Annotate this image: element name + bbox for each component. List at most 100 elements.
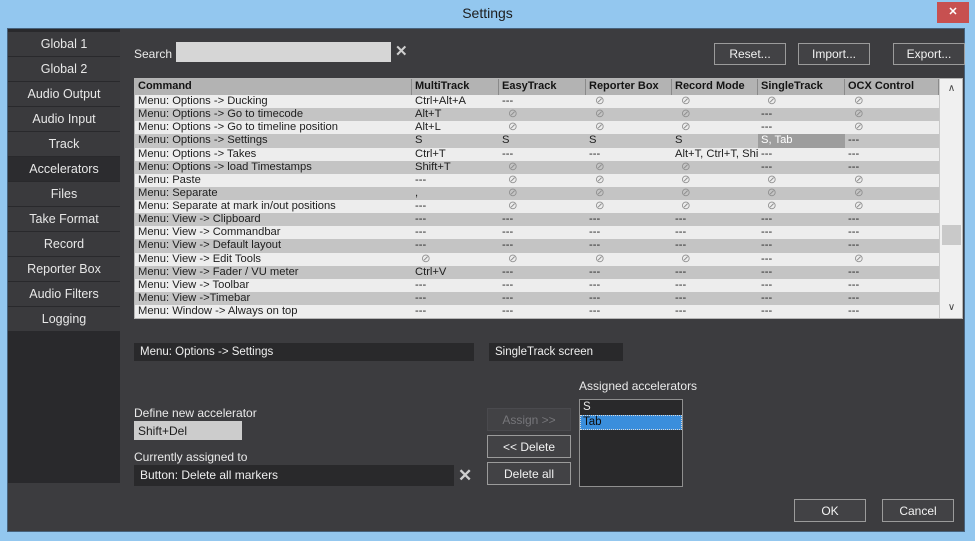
- accelerator-cell[interactable]: ---: [845, 226, 939, 239]
- blocked-cell[interactable]: ⊘: [845, 253, 939, 266]
- command-cell[interactable]: Menu: View -> Commandbar: [135, 226, 412, 239]
- accelerator-cell[interactable]: ---: [758, 213, 845, 226]
- accelerator-cell[interactable]: ---: [499, 95, 586, 108]
- scroll-up-icon[interactable]: ∧: [940, 79, 963, 99]
- accelerator-cell[interactable]: ---: [758, 148, 845, 161]
- table-row[interactable]: Menu: View -> Clipboard-----------------…: [135, 213, 962, 226]
- table-row[interactable]: Menu: View -> Commandbar----------------…: [135, 226, 962, 239]
- accelerator-cell[interactable]: ---: [758, 292, 845, 305]
- accelerator-cell[interactable]: ---: [845, 292, 939, 305]
- blocked-cell[interactable]: ⊘: [758, 200, 845, 213]
- accelerator-cell[interactable]: ---: [758, 266, 845, 279]
- column-header[interactable]: Reporter Box: [586, 79, 672, 95]
- accelerator-cell[interactable]: ---: [758, 305, 845, 318]
- new-accelerator-input[interactable]: [134, 421, 242, 440]
- blocked-cell[interactable]: ⊘: [499, 174, 586, 187]
- export-button[interactable]: Export...: [893, 43, 965, 65]
- accelerator-cell[interactable]: ---: [412, 305, 499, 318]
- column-header[interactable]: Command: [135, 79, 412, 95]
- blocked-cell[interactable]: ⊘: [586, 253, 672, 266]
- accelerator-cell[interactable]: ---: [412, 213, 499, 226]
- command-cell[interactable]: Menu: View -> Clipboard: [135, 213, 412, 226]
- table-row[interactable]: Menu: Options -> TakesCtrl+T------Alt+T,…: [135, 148, 962, 161]
- accelerator-cell[interactable]: ---: [499, 279, 586, 292]
- blocked-cell[interactable]: ⊘: [586, 161, 672, 174]
- vertical-scrollbar[interactable]: ∧ ∨: [939, 79, 962, 318]
- blocked-cell[interactable]: ⊘: [499, 253, 586, 266]
- accelerator-cell[interactable]: ---: [412, 174, 499, 187]
- blocked-cell[interactable]: ⊘: [672, 108, 758, 121]
- blocked-cell[interactable]: ⊘: [586, 200, 672, 213]
- accelerator-cell[interactable]: S, Tab: [758, 134, 845, 147]
- accelerator-cell[interactable]: ---: [672, 226, 758, 239]
- accelerator-cell[interactable]: ---: [499, 226, 586, 239]
- blocked-cell[interactable]: ⊘: [845, 108, 939, 121]
- table-row[interactable]: Menu: Window -> Always on top-----------…: [135, 305, 962, 318]
- blocked-cell[interactable]: ⊘: [845, 187, 939, 200]
- blocked-cell[interactable]: ⊘: [845, 121, 939, 134]
- accelerator-cell[interactable]: ---: [586, 279, 672, 292]
- table-row[interactable]: Menu: View ->Timebar------------------: [135, 292, 962, 305]
- sidebar-item-audio-output[interactable]: Audio Output: [8, 82, 120, 106]
- blocked-cell[interactable]: ⊘: [586, 174, 672, 187]
- accelerator-cell[interactable]: ---: [758, 239, 845, 252]
- table-row[interactable]: Menu: Separate,⊘⊘⊘⊘⊘: [135, 187, 962, 200]
- command-cell[interactable]: Menu: Separate at mark in/out positions: [135, 200, 412, 213]
- accelerator-cell[interactable]: ---: [758, 226, 845, 239]
- accelerator-cell[interactable]: ---: [412, 239, 499, 252]
- sidebar-item-logging[interactable]: Logging: [8, 307, 120, 331]
- assign-button[interactable]: Assign >>: [487, 408, 571, 431]
- accelerator-cell[interactable]: Alt+L: [412, 121, 499, 134]
- ok-button[interactable]: OK: [794, 499, 866, 522]
- table-row[interactable]: Menu: Separate at mark in/out positions-…: [135, 200, 962, 213]
- close-button[interactable]: ✕: [937, 2, 969, 23]
- blocked-cell[interactable]: ⊘: [758, 174, 845, 187]
- command-cell[interactable]: Menu: Paste: [135, 174, 412, 187]
- column-header[interactable]: OCX Control: [845, 79, 939, 95]
- accelerator-cell[interactable]: ---: [845, 305, 939, 318]
- accelerator-cell[interactable]: ---: [845, 239, 939, 252]
- blocked-cell[interactable]: ⊘: [758, 187, 845, 200]
- sidebar-item-record[interactable]: Record: [8, 232, 120, 256]
- command-cell[interactable]: Menu: Options -> load Timestamps: [135, 161, 412, 174]
- accelerator-cell[interactable]: ---: [672, 279, 758, 292]
- blocked-cell[interactable]: ⊘: [499, 200, 586, 213]
- table-row[interactable]: Menu: Paste---⊘⊘⊘⊘⊘: [135, 174, 962, 187]
- sidebar-item-global-1[interactable]: Global 1: [8, 32, 120, 56]
- accelerator-cell[interactable]: ---: [672, 266, 758, 279]
- accelerator-cell[interactable]: ---: [672, 213, 758, 226]
- command-cell[interactable]: Menu: View -> Toolbar: [135, 279, 412, 292]
- sidebar-item-audio-filters[interactable]: Audio Filters: [8, 282, 120, 306]
- scroll-down-icon[interactable]: ∨: [940, 298, 963, 318]
- accelerator-list-item[interactable]: Tab: [580, 415, 682, 430]
- column-header[interactable]: MultiTrack: [412, 79, 499, 95]
- accelerator-cell[interactable]: S: [672, 134, 758, 147]
- delete-button[interactable]: << Delete: [487, 435, 571, 458]
- table-row[interactable]: Menu: Options -> Go to timecodeAlt+T⊘⊘⊘-…: [135, 108, 962, 121]
- command-cell[interactable]: Menu: Options -> Ducking: [135, 95, 412, 108]
- blocked-cell[interactable]: ⊘: [412, 253, 499, 266]
- accelerator-cell[interactable]: ---: [586, 213, 672, 226]
- accelerator-cell[interactable]: ---: [412, 279, 499, 292]
- accelerator-cell[interactable]: ,: [412, 187, 499, 200]
- sidebar-item-track[interactable]: Track: [8, 132, 120, 156]
- blocked-cell[interactable]: ⊘: [845, 95, 939, 108]
- blocked-cell[interactable]: ⊘: [499, 108, 586, 121]
- accelerator-cell[interactable]: ---: [845, 134, 939, 147]
- accelerator-cell[interactable]: ---: [845, 266, 939, 279]
- blocked-cell[interactable]: ⊘: [499, 187, 586, 200]
- table-row[interactable]: Menu: Options -> SettingsSSSSS, Tab---: [135, 134, 962, 147]
- accelerator-cell[interactable]: ---: [586, 226, 672, 239]
- command-cell[interactable]: Menu: Separate: [135, 187, 412, 200]
- command-cell[interactable]: Menu: Options -> Go to timeline position: [135, 121, 412, 134]
- accelerator-cell[interactable]: ---: [586, 239, 672, 252]
- clear-assigned-icon[interactable]: ✕: [458, 467, 472, 485]
- table-row[interactable]: Menu: Options -> DuckingCtrl+Alt+A---⊘⊘⊘…: [135, 95, 962, 108]
- blocked-cell[interactable]: ⊘: [499, 121, 586, 134]
- accelerator-cell[interactable]: Ctrl+Alt+A: [412, 95, 499, 108]
- sidebar-item-reporter-box[interactable]: Reporter Box: [8, 257, 120, 281]
- accelerator-cell[interactable]: S: [412, 134, 499, 147]
- blocked-cell[interactable]: ⊘: [586, 121, 672, 134]
- accelerator-cell[interactable]: ---: [499, 292, 586, 305]
- accelerator-cell[interactable]: ---: [758, 121, 845, 134]
